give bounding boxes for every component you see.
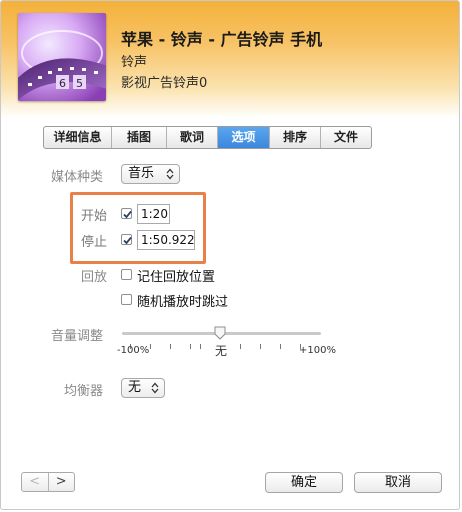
dialog-header: 6 5 苹果 - 铃声 - 广告铃声 手机 铃声 影视广告铃声0 <box>1 1 459 118</box>
prev-next-buttons: < > <box>21 472 75 492</box>
volume-tick <box>280 344 281 349</box>
tab-details[interactable]: 详细信息 <box>44 127 111 148</box>
tab-lyrics[interactable]: 歌词 <box>166 127 217 148</box>
volume-tick <box>260 344 261 349</box>
equalizer-label: 均衡器 <box>64 384 104 399</box>
svg-text:6: 6 <box>59 77 66 90</box>
start-checkbox[interactable] <box>121 208 132 219</box>
volume-slider-thumb[interactable] <box>214 326 226 340</box>
film-reel-artwork-icon: 6 5 <box>18 13 106 101</box>
checkmark-icon <box>123 236 132 245</box>
svg-text:5: 5 <box>76 77 83 90</box>
tab-artwork[interactable]: 插图 <box>111 127 166 148</box>
volume-tick <box>240 344 241 349</box>
stop-checkbox[interactable] <box>121 234 132 245</box>
remember-position-checkbox[interactable] <box>121 269 132 280</box>
track-title: 苹果 - 铃声 - 广告铃声 手机 <box>121 30 323 49</box>
start-stop-highlight-box <box>70 192 206 264</box>
volume-tick <box>200 344 201 349</box>
volume-tick <box>170 344 171 349</box>
ok-button[interactable]: 确定 <box>265 472 343 493</box>
next-button[interactable]: > <box>49 473 75 491</box>
stop-label: 停止 <box>81 235 108 250</box>
track-artist: 铃声 <box>121 55 148 70</box>
volume-max-label: +100% <box>299 345 336 356</box>
info-dialog: 6 5 苹果 - 铃声 - 广告铃声 手机 铃声 影视广告铃声0 详细信息 插图… <box>0 0 460 510</box>
volume-label: 音量调整 <box>51 329 104 344</box>
volume-tick <box>190 344 191 349</box>
equalizer-value: 无 <box>128 380 142 395</box>
tab-options[interactable]: 选项 <box>217 127 269 148</box>
previous-button[interactable]: < <box>22 473 49 491</box>
volume-tick <box>150 344 151 349</box>
stop-time-field[interactable]: 1:50.922 <box>137 230 195 250</box>
album-artwork: 6 5 <box>18 13 106 101</box>
cancel-button[interactable]: 取消 <box>354 472 442 493</box>
select-updown-icon <box>151 382 159 394</box>
tab-file[interactable]: 文件 <box>320 127 371 148</box>
volume-min-label: -100% <box>117 345 150 356</box>
media-kind-label: 媒体种类 <box>51 170 104 185</box>
tab-sorting[interactable]: 排序 <box>269 127 320 148</box>
volume-mid-label: 无 <box>215 344 228 358</box>
select-updown-icon <box>166 168 174 180</box>
checkmark-icon <box>123 210 132 219</box>
track-album: 影视广告铃声0 <box>121 76 208 91</box>
media-kind-select[interactable]: 音乐 <box>121 164 180 184</box>
start-label: 开始 <box>81 209 108 224</box>
media-kind-value: 音乐 <box>128 166 155 181</box>
playback-label: 回放 <box>81 270 108 285</box>
equalizer-select[interactable]: 无 <box>121 378 165 398</box>
start-time-field[interactable]: 1:20 <box>137 204 170 224</box>
skip-shuffle-label: 随机播放时跳过 <box>137 295 229 310</box>
skip-shuffle-checkbox[interactable] <box>121 294 132 305</box>
remember-position-label: 记住回放位置 <box>137 270 216 285</box>
tab-bar: 详细信息 插图 歌词 选项 排序 文件 <box>43 126 372 149</box>
